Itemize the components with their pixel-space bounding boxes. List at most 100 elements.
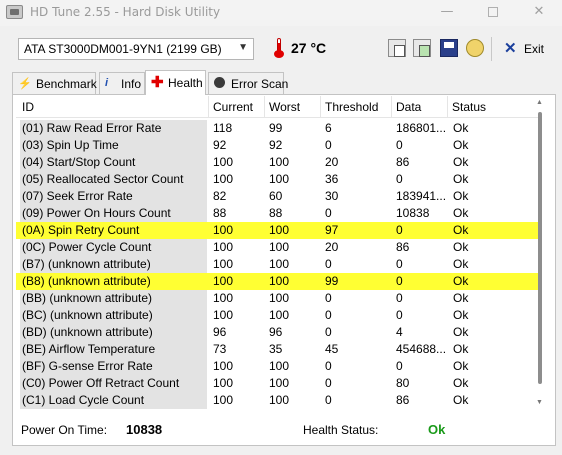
cell-worst: 96 [269,325,283,339]
table-row[interactable]: (04) Start/Stop Count 100 100 20 86 Ok [16,154,538,171]
cell-status: Ok [453,325,469,339]
cell-worst: 60 [269,189,283,203]
table-row[interactable]: (05) Reallocated Sector Count 100 100 36 0 Ok [16,171,538,188]
tab-info[interactable]: i Info [99,72,145,94]
exit-label: Exit [524,42,545,56]
cell-status: Ok [453,172,469,186]
cell-worst: 88 [269,206,283,220]
cell-threshold: 6 [325,121,332,135]
scroll-down-arrow-icon[interactable]: ▼ [536,399,543,406]
health-status-label: Health Status: [303,423,379,437]
column-header-threshold[interactable]: Threshold [321,96,392,118]
cell-worst: 100 [269,172,290,186]
tab-error-scan[interactable]: Error Scan [208,72,288,94]
maximize-button[interactable] [470,0,516,26]
cell-status: Ok [453,257,469,271]
cell-worst: 100 [269,223,290,237]
cell-current: 73 [213,342,227,356]
table-row[interactable]: (01) Raw Read Error Rate 118 99 6 186801... O… [16,120,538,137]
drive-select[interactable]: ATA ST3000DM001-9YN1 (2199 GB) ▼ [18,38,254,60]
table-row[interactable]: (0A) Spin Retry Count 100 100 97 0 Ok [16,222,538,239]
cell-status: Ok [453,274,469,288]
table-row[interactable]: (C1) Load Cycle Count 100 100 0 86 Ok [16,392,538,409]
cell-data: 4 [396,325,403,339]
cell-id: (BE) Airflow Temperature [20,341,207,358]
table-row[interactable]: (0C) Power Cycle Count 100 100 20 86 Ok [16,239,538,256]
column-header-id[interactable]: ID [18,96,209,118]
cell-data: 86 [396,393,410,407]
cell-data: 183941... [396,189,446,203]
maximize-icon [488,6,498,17]
cell-data: 10838 [396,206,430,220]
cell-status: Ok [453,376,469,390]
cell-current: 82 [213,189,227,203]
cell-threshold: 45 [325,342,339,356]
options-icon[interactable] [466,39,484,57]
cell-status: Ok [453,393,469,407]
cell-id: (0C) Power Cycle Count [20,239,207,256]
cell-data: 0 [396,138,403,152]
cell-status: Ok [453,206,469,220]
column-header-worst[interactable]: Worst [265,96,321,118]
tab-health-label: Health [168,76,203,90]
cell-id: (04) Start/Stop Count [20,154,207,171]
cell-id: (BF) G-sense Error Rate [20,358,207,375]
cell-id: (C1) Load Cycle Count [20,392,207,409]
cell-worst: 100 [269,359,290,373]
scroll-up-arrow-icon[interactable]: ▲ [536,99,543,106]
cell-status: Ok [453,342,469,356]
cell-data: 0 [396,291,403,305]
exit-button[interactable]: ✕ Exit [500,39,544,59]
cell-threshold: 0 [325,257,332,271]
table-scrollbar[interactable] [538,112,542,384]
cell-status: Ok [453,189,469,203]
table-row[interactable]: (BF) G-sense Error Rate 100 100 0 0 Ok [16,358,538,375]
table-row[interactable]: (BD) (unknown attribute) 96 96 0 4 Ok [16,324,538,341]
cell-status: Ok [453,223,469,237]
column-header-current[interactable]: Current [209,96,265,118]
health-cross-icon: ✚ [151,74,164,91]
hd-tune-app-icon [6,5,23,19]
column-header-status[interactable]: Status [448,96,504,118]
cell-current: 96 [213,325,227,339]
table-row[interactable]: (09) Power On Hours Count 88 88 0 10838 Ok [16,205,538,222]
cell-status: Ok [453,308,469,322]
cell-id: (BD) (unknown attribute) [20,324,207,341]
cell-current: 88 [213,206,227,220]
cell-current: 100 [213,393,234,407]
cell-worst: 100 [269,274,290,288]
tab-health[interactable]: ✚ Health [145,70,206,95]
exit-icon: ✕ [504,40,517,57]
smart-attributes-table[interactable]: ID Current Worst Threshold Data Status (… [16,96,554,411]
cell-threshold: 97 [325,223,339,237]
table-row[interactable]: (07) Seek Error Rate 82 60 30 183941... Ok [16,188,538,205]
table-row[interactable]: (B8) (unknown attribute) 100 100 99 0 Ok [16,273,538,290]
cell-id: (C0) Power Off Retract Count [20,375,207,392]
copy-screenshot-icon[interactable] [413,39,431,57]
power-on-time-value: 10838 [126,422,163,437]
cell-id: (03) Spin Up Time [20,137,207,154]
cell-threshold: 0 [325,291,332,305]
cell-current: 100 [213,291,234,305]
table-row[interactable]: (BB) (unknown attribute) 100 100 0 0 Ok [16,290,538,307]
tab-benchmark-label: Benchmark [36,77,97,91]
cell-status: Ok [453,121,469,135]
cell-data: 80 [396,376,410,390]
cell-worst: 99 [269,121,283,135]
table-row[interactable]: (B7) (unknown attribute) 100 100 0 0 Ok [16,256,538,273]
cell-id: (09) Power On Hours Count [20,205,207,222]
tab-benchmark[interactable]: ⚡ Benchmark [12,72,97,94]
table-row[interactable]: (BE) Airflow Temperature 73 35 45 454688... O… [16,341,538,358]
cell-worst: 100 [269,257,290,271]
copy-text-icon[interactable] [388,39,406,57]
chevron-down-icon: ▼ [238,42,248,53]
minimize-button[interactable]: — [424,0,470,26]
cell-current: 100 [213,257,234,271]
column-header-data[interactable]: Data [392,96,448,118]
table-row[interactable]: (BC) (unknown attribute) 100 100 0 0 Ok [16,307,538,324]
table-row[interactable]: (03) Spin Up Time 92 92 0 0 Ok [16,137,538,154]
cell-data: 0 [396,359,403,373]
close-button[interactable]: ✕ [516,0,562,26]
table-row[interactable]: (C0) Power Off Retract Count 100 100 0 80 Ok [16,375,538,392]
save-icon[interactable] [440,39,458,57]
